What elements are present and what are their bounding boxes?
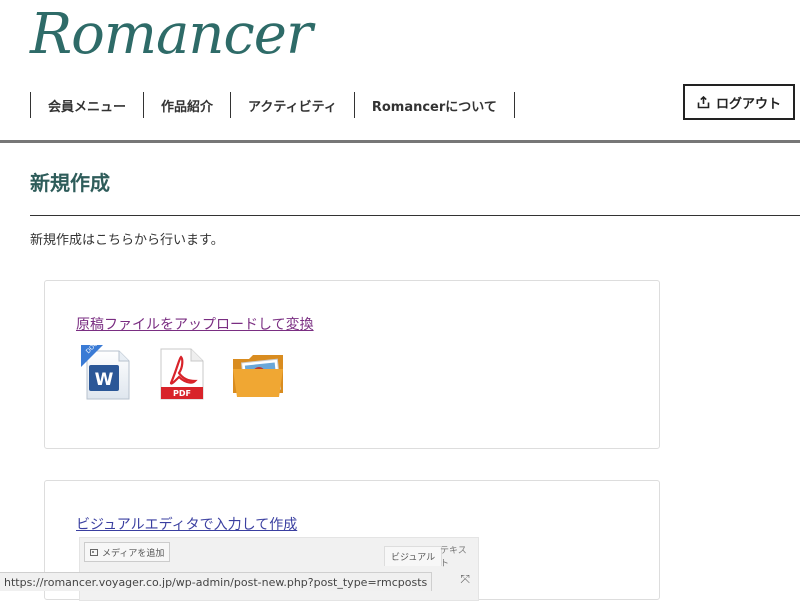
pdf-icon[interactable]: PDF <box>157 345 207 401</box>
add-media-label: メディアを追加 <box>102 548 165 559</box>
svg-text:W: W <box>95 370 114 390</box>
header-divider <box>0 140 800 143</box>
nav-item-activity[interactable]: アクティビティ <box>231 96 354 115</box>
word-docx-icon[interactable]: W DOCX <box>81 345 135 401</box>
nav-item-member-menu[interactable]: 会員メニュー <box>31 96 143 115</box>
title-divider <box>30 215 800 216</box>
nav-item-about[interactable]: Romancerについて <box>355 96 514 115</box>
upload-card: 原稿ファイルをアップロードして変換 W DOCX PDF <box>44 280 660 449</box>
intro-text: 新規作成はこちらから行います。 <box>30 233 224 248</box>
logout-label: ログアウト <box>715 96 781 112</box>
page-title: 新規作成 <box>30 171 110 195</box>
tab-text[interactable]: テキスト <box>434 546 478 569</box>
nav-item-works[interactable]: 作品紹介 <box>144 96 230 115</box>
editor-preview[interactable]: メディアを追加 ビジュアル テキスト ⤧ <box>79 537 479 601</box>
logout-icon <box>697 95 710 108</box>
svg-text:PDF: PDF <box>173 389 191 398</box>
file-type-icons: W DOCX PDF <box>81 345 289 401</box>
image-folder-icon[interactable] <box>229 345 289 401</box>
site-logo[interactable]: Romancer <box>30 0 313 70</box>
logout-button[interactable]: ログアウト <box>683 84 795 120</box>
fullscreen-icon[interactable]: ⤧ <box>460 572 470 587</box>
logo-text: Romancer <box>30 2 313 67</box>
status-bar-url: https://romancer.voyager.co.jp/wp-admin/… <box>0 572 433 591</box>
add-media-button[interactable]: メディアを追加 <box>84 542 171 562</box>
visual-editor-link[interactable]: ビジュアルエディタで入力して作成 <box>76 514 297 534</box>
main-nav: 会員メニュー 作品紹介 アクティビティ Romancerについて <box>30 91 515 119</box>
media-icon <box>90 548 98 556</box>
nav-divider <box>513 92 515 118</box>
upload-convert-link[interactable]: 原稿ファイルをアップロードして変換 <box>76 314 314 334</box>
